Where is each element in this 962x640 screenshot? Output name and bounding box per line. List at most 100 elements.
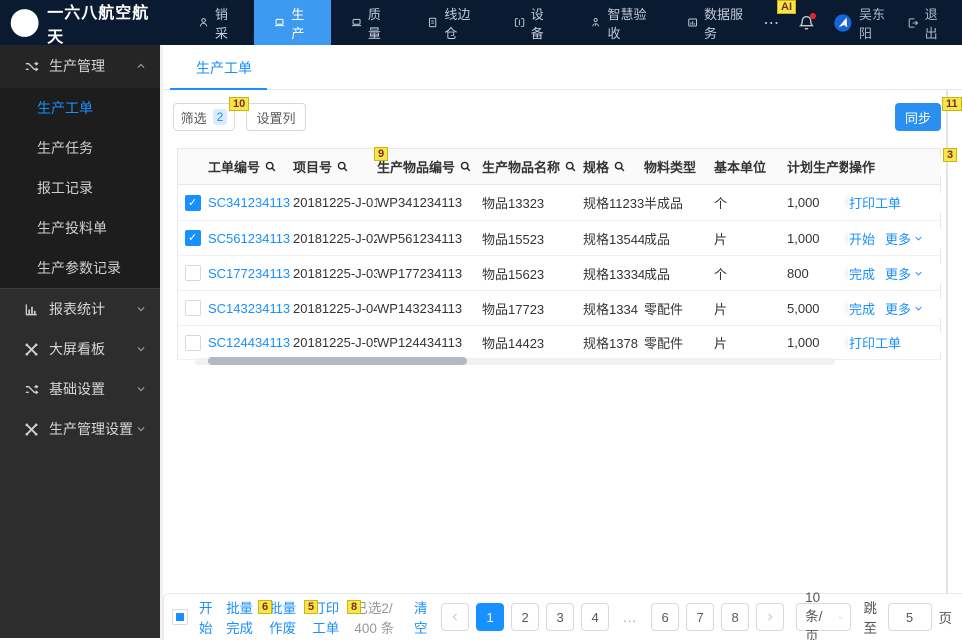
- shuffle-icon: [24, 59, 39, 74]
- sidebar-group-production-settings[interactable]: 生产管理设置: [0, 409, 160, 449]
- batch-complete-link[interactable]: 批量完成: [226, 597, 258, 637]
- next-page-button[interactable]: [756, 603, 784, 631]
- filter-button[interactable]: 筛选 2: [173, 103, 235, 131]
- plan-qty: 1,000: [787, 195, 820, 210]
- search-icon[interactable]: [264, 160, 277, 173]
- order-no-link[interactable]: SC124434113: [208, 335, 290, 350]
- user-menu[interactable]: 吴东阳: [833, 4, 888, 42]
- more-link[interactable]: 更多: [885, 264, 923, 283]
- complete-link[interactable]: 完成: [849, 299, 875, 318]
- search-icon[interactable]: [459, 160, 472, 173]
- sidebar-group-production-management[interactable]: 生产管理: [0, 45, 160, 88]
- sidebar-item-feeding-order[interactable]: 生产投料单: [0, 208, 160, 248]
- spec: 规格1334: [583, 299, 638, 318]
- order-no-link[interactable]: SC177234113: [208, 266, 290, 281]
- search-icon[interactable]: [613, 160, 626, 173]
- page-button-3[interactable]: 3: [546, 603, 574, 631]
- sidebar-item-label: 生产参数记录: [37, 258, 121, 278]
- row-checkbox[interactable]: [185, 195, 201, 211]
- order-no-link[interactable]: SC561234113: [208, 231, 290, 246]
- nav-item-data-service[interactable]: 数据服务: [667, 0, 764, 45]
- page-button-2[interactable]: 2: [511, 603, 539, 631]
- item-name: 物品13323: [482, 193, 544, 212]
- row-checkbox[interactable]: [185, 335, 201, 351]
- chevron-down-icon: [136, 304, 146, 314]
- more-link[interactable]: 更多: [885, 229, 923, 248]
- annotation-badge-10: 10: [229, 97, 249, 111]
- filter-label: 筛选: [181, 108, 207, 127]
- scroll-divider: [946, 90, 948, 593]
- more-link[interactable]: 更多: [885, 299, 923, 318]
- user-name: 吴东阳: [859, 4, 889, 42]
- print-workorder-link[interactable]: 打印工单: [849, 333, 901, 352]
- top-navbar: 一六八航空航天 销采 生产 质量 线边仓 设备 智慧验收 数据服务 ⋯ 吴东阳 …: [0, 0, 962, 45]
- nav-item-quality[interactable]: 质量: [331, 0, 407, 45]
- plan-qty: 1,000: [787, 231, 820, 246]
- annotation-badge-ai: AI: [777, 0, 796, 14]
- material-type: 半成品: [644, 193, 683, 212]
- sidebar-group-report-statistics[interactable]: 报表统计: [0, 289, 160, 329]
- item-name: 物品17723: [482, 299, 544, 318]
- print-workorder-link[interactable]: 打印工单: [849, 193, 901, 212]
- sidebar-item-production-workorder[interactable]: 生产工单: [0, 88, 160, 128]
- nav-item-label: 智慧验收: [607, 4, 646, 42]
- row-checkbox[interactable]: [185, 230, 201, 246]
- item-no: WP177234113: [377, 266, 462, 281]
- logout-button[interactable]: 退出: [907, 4, 944, 42]
- sync-button[interactable]: 同步: [895, 103, 941, 131]
- row-checkbox[interactable]: [185, 265, 201, 281]
- item-name: 物品15523: [482, 229, 544, 248]
- nav-item-smart-acceptance[interactable]: 智慧验收: [570, 0, 667, 45]
- sidebar-group-dashboard[interactable]: 大屏看板: [0, 329, 160, 369]
- tools-icon: [24, 422, 39, 437]
- batch-void-link[interactable]: 批量作废: [269, 597, 301, 637]
- tab-production-workorder[interactable]: 生产工单: [196, 58, 252, 78]
- nav-item-equipment[interactable]: 设备: [494, 0, 570, 45]
- page-button-1[interactable]: 1: [476, 603, 504, 631]
- search-icon[interactable]: [564, 160, 577, 173]
- nav-item-production[interactable]: 生产: [254, 0, 330, 45]
- sidebar-group-label: 报表统计: [49, 299, 105, 319]
- spec: 规格1378: [583, 333, 638, 352]
- notification-bell-icon[interactable]: [798, 14, 815, 32]
- sidebar-item-production-task[interactable]: 生产任务: [0, 128, 160, 168]
- batch-start-link[interactable]: 开始: [199, 597, 215, 637]
- order-no-link[interactable]: SC143234113: [208, 301, 290, 316]
- clear-selection-link[interactable]: 清空: [414, 597, 430, 637]
- sidebar-group-label: 生产管理: [49, 56, 105, 76]
- plan-qty: 1,000: [787, 335, 820, 350]
- jump-page-input[interactable]: [888, 603, 932, 631]
- order-no-link[interactable]: SC341234113: [208, 195, 290, 210]
- prev-page-button[interactable]: [441, 603, 469, 631]
- annotation-badge-6: 6: [258, 600, 272, 614]
- page-size-select[interactable]: 10条/页: [796, 603, 851, 631]
- unit: 片: [714, 333, 727, 352]
- nav-item-procurement[interactable]: 销采: [178, 0, 254, 45]
- chevron-down-icon: [914, 304, 923, 313]
- search-icon[interactable]: [336, 160, 349, 173]
- page-ellipsis[interactable]: ...: [616, 603, 644, 631]
- page-button-6[interactable]: 6: [651, 603, 679, 631]
- brand-name: 一六八航空航天: [47, 0, 150, 47]
- project-no: 20181225-J-03: [293, 266, 377, 281]
- nav-item-label: 质量: [368, 4, 387, 42]
- annotation-badge-9: 9: [374, 147, 388, 161]
- sidebar-group-basic-settings[interactable]: 基础设置: [0, 369, 160, 409]
- column-settings-button[interactable]: 设置列: [246, 103, 306, 131]
- start-link[interactable]: 开始: [849, 229, 875, 248]
- page-button-4[interactable]: 4: [581, 603, 609, 631]
- sidebar-item-work-report[interactable]: 报工记录: [0, 168, 160, 208]
- horizontal-scrollbar-thumb[interactable]: [208, 357, 467, 365]
- person-icon: [198, 15, 209, 30]
- page-button-8[interactable]: 8: [721, 603, 749, 631]
- page-button-7[interactable]: 7: [686, 603, 714, 631]
- sidebar-item-parameter-record[interactable]: 生产参数记录: [0, 248, 160, 288]
- workorder-table: 工单编号 项目号 生产物品编号 生产物品名称 规格 物料类型 基本单位 计划生产…: [177, 148, 941, 360]
- item-name: 物品14423: [482, 333, 544, 352]
- more-menu-icon[interactable]: ⋯: [763, 13, 780, 33]
- select-all-checkbox[interactable]: [172, 609, 188, 625]
- nav-item-line-warehouse[interactable]: 线边仓: [407, 0, 494, 45]
- complete-link[interactable]: 完成: [849, 264, 875, 283]
- row-checkbox[interactable]: [185, 300, 201, 316]
- nav-item-label: 设备: [531, 4, 550, 42]
